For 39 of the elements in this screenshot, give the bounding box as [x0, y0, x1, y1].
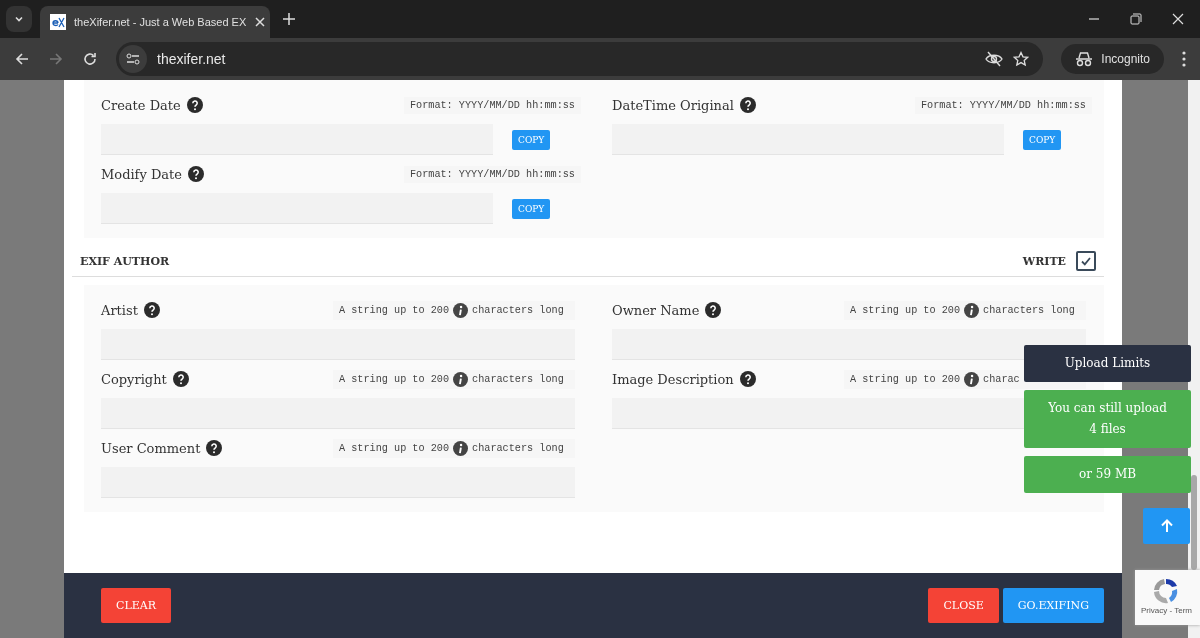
- length-hint: A string up to 200: [339, 442, 450, 454]
- tab-title: theXifer.net - Just a Web Based EX: [74, 16, 247, 28]
- field-label: User Comment: [101, 440, 201, 456]
- field-label: DateTime Original: [612, 97, 734, 113]
- length-hint: characters long: [472, 442, 564, 454]
- footer-button[interactable]: GO.EXIFING: [1002, 588, 1104, 623]
- copy-button[interactable]: COPY: [512, 129, 551, 150]
- length-hint: characters long: [983, 304, 1075, 316]
- length-hint: charac: [983, 373, 1020, 385]
- format-hint: Format: YYYY/MM/DD hh:mm:ss: [403, 96, 581, 114]
- field-label: Owner Name: [612, 302, 700, 318]
- format-hint: Format: YYYY/MM/DD hh:mm:ss: [914, 96, 1092, 114]
- format-hint: Format: YYYY/MM/DD hh:mm:ss: [403, 165, 581, 183]
- footer-button[interactable]: CLOSE: [928, 588, 999, 623]
- recaptcha-links[interactable]: Privacy - Term: [1141, 606, 1192, 615]
- field-label: Copyright: [101, 371, 167, 387]
- field-label: Artist: [101, 302, 138, 318]
- url-text: thexifer.net: [157, 51, 227, 67]
- field-label: Image Description: [612, 371, 734, 387]
- footer-button[interactable]: CLEAR: [101, 588, 171, 623]
- files-remaining-toast: You can still upload 4 files: [1024, 390, 1191, 448]
- length-hint: A string up to 200: [339, 304, 450, 316]
- field-label: Create Date: [101, 97, 181, 113]
- section-title: EXIF AUTHOR: [80, 254, 170, 268]
- address-bar[interactable]: thexifer.net: [116, 42, 1044, 76]
- upload-limits-toast: Upload Limits: [1024, 345, 1191, 382]
- length-hint: A string up to 200: [339, 373, 450, 385]
- length-hint: characters long: [472, 373, 564, 385]
- recaptcha-badge[interactable]: Privacy - Term: [1135, 570, 1200, 625]
- copy-button[interactable]: COPY: [1023, 129, 1062, 150]
- incognito-button[interactable]: Incognito: [1061, 44, 1164, 74]
- length-hint: A string up to 200: [850, 304, 961, 316]
- length-hint: A string up to 200: [850, 373, 961, 385]
- length-hint: characters long: [472, 304, 564, 316]
- write-label: WRITE: [1022, 254, 1066, 268]
- copy-button[interactable]: COPY: [512, 198, 551, 219]
- browser-tab[interactable]: theXifer.net - Just a Web Based EX: [40, 6, 270, 38]
- field-label: Modify Date: [101, 166, 182, 182]
- size-remaining-toast: or 59 MB: [1024, 456, 1191, 493]
